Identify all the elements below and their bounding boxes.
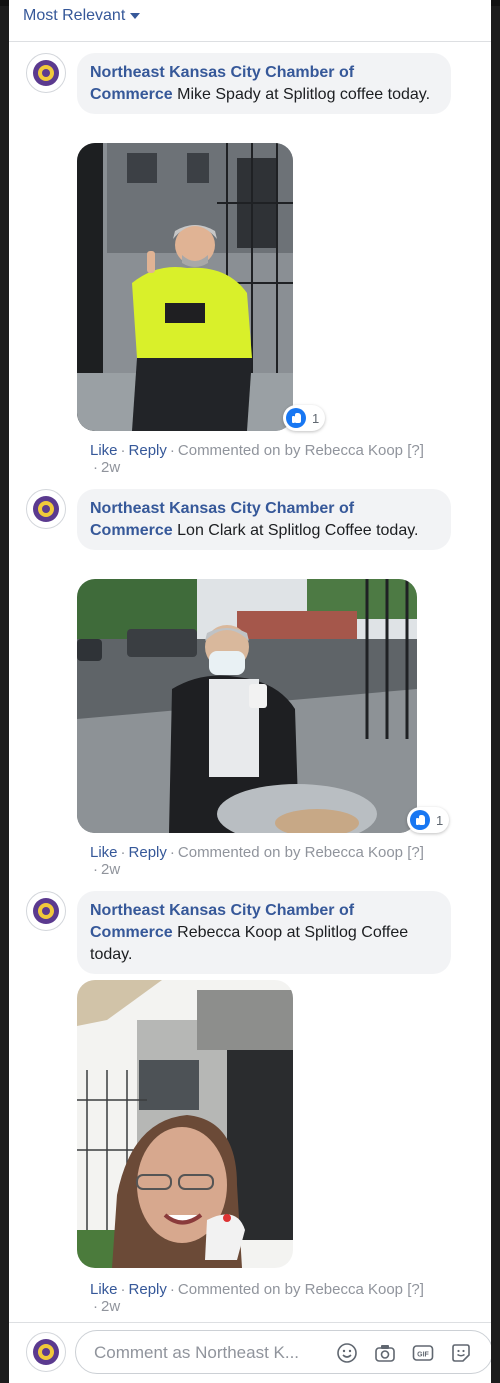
gif-icon[interactable]: GIF xyxy=(412,1342,434,1364)
sort-label: Most Relevant xyxy=(23,7,126,24)
chamber-logo-icon xyxy=(33,1339,59,1365)
comment-text: Lon Clark at Splitlog Coffee today. xyxy=(177,522,419,539)
comments-panel: Most Relevant Northeast Kansas City Cham… xyxy=(9,0,491,1383)
comment-photo[interactable] xyxy=(77,980,293,1268)
comment-photo[interactable] xyxy=(77,579,417,833)
reaction-count: 1 xyxy=(436,812,444,828)
chevron-down-icon xyxy=(130,12,141,19)
emoji-icon[interactable] xyxy=(336,1342,358,1364)
reaction-badge[interactable]: 1 xyxy=(407,807,450,833)
comment-bubble: Northeast Kansas City Chamber of Commerc… xyxy=(77,891,451,974)
like-link[interactable]: Like xyxy=(90,844,118,861)
camera-icon[interactable] xyxy=(374,1342,396,1364)
comment-time[interactable]: 2w xyxy=(101,861,120,878)
comment-time[interactable]: 2w xyxy=(101,1298,120,1315)
comment-text: Mike Spady at Splitlog coffee today. xyxy=(177,86,431,103)
avatar[interactable] xyxy=(26,891,66,931)
avatar[interactable] xyxy=(26,489,66,529)
comment-placeholder: Comment as Northeast K... xyxy=(94,1343,300,1362)
comment-actions: Like · Reply · Commented on by Rebecca Koop … xyxy=(90,442,424,476)
thumbs-up-icon xyxy=(410,810,430,830)
reply-link[interactable]: Reply xyxy=(129,1281,167,1298)
avatar[interactable] xyxy=(26,53,66,93)
chamber-logo-icon xyxy=(33,60,59,86)
reaction-count: 1 xyxy=(312,410,320,426)
comment-bubble: Northeast Kansas City Chamber of Commerc… xyxy=(77,53,451,114)
reaction-badge[interactable]: 1 xyxy=(283,405,326,431)
comment-bubble: Northeast Kansas City Chamber of Commerc… xyxy=(77,489,451,550)
like-link[interactable]: Like xyxy=(90,1281,118,1298)
help-link[interactable]: [?] xyxy=(407,844,424,861)
sort-dropdown[interactable]: Most Relevant xyxy=(23,7,141,25)
divider xyxy=(9,41,491,42)
reply-link[interactable]: Reply xyxy=(129,442,167,459)
comment-actions: Like · Reply · Commented on by Rebecca Koop … xyxy=(90,844,424,878)
divider xyxy=(9,1322,491,1323)
commented-by: Commented on by Rebecca Koop xyxy=(177,1281,404,1298)
thumbs-up-icon xyxy=(286,408,306,428)
chamber-logo-icon xyxy=(33,898,59,924)
help-link[interactable]: [?] xyxy=(407,442,424,459)
chamber-logo-icon xyxy=(33,496,59,522)
composer-avatar xyxy=(26,1332,66,1372)
comment-actions: Like · Reply · Commented on by Rebecca Koop … xyxy=(90,1281,424,1315)
reply-link[interactable]: Reply xyxy=(129,844,167,861)
like-link[interactable]: Like xyxy=(90,442,118,459)
commented-by: Commented on by Rebecca Koop xyxy=(177,442,404,459)
svg-text:GIF: GIF xyxy=(417,1352,429,1359)
commented-by: Commented on by Rebecca Koop xyxy=(177,844,404,861)
comment-time[interactable]: 2w xyxy=(101,459,120,476)
comment-input[interactable]: Comment as Northeast K... GIF xyxy=(75,1330,491,1374)
comment-photo[interactable] xyxy=(77,143,293,431)
help-link[interactable]: [?] xyxy=(407,1281,424,1298)
sticker-icon[interactable] xyxy=(450,1342,472,1364)
